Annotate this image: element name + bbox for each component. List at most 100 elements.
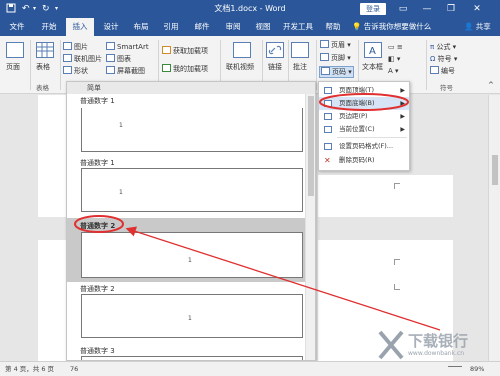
menu-item-label: 删除页码(R) <box>339 156 375 164</box>
page-number-icon <box>321 67 330 75</box>
menu-item-page-margins[interactable]: 页边距(P) ▶ <box>319 110 409 123</box>
gallery-item-plain-number-1[interactable]: 普通数字 1 1 <box>67 156 315 218</box>
textbox-label[interactable]: 文本框 <box>362 62 383 72</box>
redo-icon[interactable]: ↻ <box>42 3 50 15</box>
chart-button[interactable]: 图表 <box>106 54 131 64</box>
comment-icon[interactable] <box>291 42 309 58</box>
links-icon[interactable] <box>266 42 284 58</box>
pi-icon: π <box>430 43 435 51</box>
header-button[interactable]: 页眉 ▾ <box>320 40 351 50</box>
screenshot-icon <box>106 66 115 74</box>
tab-help[interactable]: 帮助 <box>322 18 344 36</box>
page-count-status[interactable]: 第 4 页，共 6 页 <box>5 362 54 376</box>
gallery-item-label: 普通数字 2 <box>80 222 116 230</box>
menu-item-top-of-page[interactable]: 页面顶端(T) ▶ <box>319 84 409 97</box>
gallery-item-plain-number-2[interactable]: 普通数字 2 1 <box>67 218 315 282</box>
scrollbar-thumb[interactable] <box>492 155 498 185</box>
text-tools-button[interactable]: ▭ ≡ <box>388 42 403 52</box>
gallery-item-label: 普通数字 2 <box>80 285 115 293</box>
page-number-button[interactable]: 页码 ▾ <box>319 66 354 78</box>
formula-button[interactable]: π 公式 ▾ <box>430 42 456 52</box>
online-picture-icon <box>63 54 72 62</box>
submenu-arrow-icon: ▶ <box>400 100 405 107</box>
gallery-category-label: 简单 <box>67 82 315 94</box>
gallery-item-plain-number-2[interactable]: 普通数字 2 1 <box>67 282 315 344</box>
tab-mailings[interactable]: 邮件 <box>189 18 215 36</box>
submenu-arrow-icon: ▶ <box>400 126 405 133</box>
menu-item-label: 页面底端(B) <box>339 99 375 107</box>
word-count-status[interactable]: 76 <box>70 362 78 376</box>
my-addins-button[interactable]: 我的加载项 <box>162 64 208 74</box>
page-number-preview: 1 <box>119 122 123 129</box>
menu-item-bottom-of-page[interactable]: 页面底端(B) ▶ <box>319 97 409 110</box>
tab-layout[interactable]: 布局 <box>128 18 154 36</box>
numbering-button[interactable]: 编号 <box>430 66 455 76</box>
pages-button-label[interactable]: 页面 <box>6 62 20 72</box>
gallery-item-label: 普通数字 3 <box>80 347 115 355</box>
tab-home[interactable]: 开始 <box>36 18 62 36</box>
tab-developer[interactable]: 开发工具 <box>280 18 316 36</box>
online-video-label[interactable]: 联机视频 <box>226 62 254 72</box>
online-video-icon[interactable] <box>233 42 251 58</box>
tab-view[interactable]: 视图 <box>250 18 276 36</box>
gallery-item-thumbnail: 1 <box>81 108 303 152</box>
tab-review[interactable]: 审阅 <box>220 18 246 36</box>
textbox-icon[interactable]: A <box>364 42 382 58</box>
comment-label[interactable]: 批注 <box>293 62 307 72</box>
gallery-scrollbar-thumb[interactable] <box>308 96 314 196</box>
smartart-button[interactable]: SmartArt <box>106 42 149 52</box>
gallery-scrollbar[interactable] <box>305 94 315 360</box>
tell-me-search[interactable]: 💡 告诉我你想要做什么 <box>352 18 431 36</box>
zoom-slider[interactable] <box>448 366 462 367</box>
undo-dropdown-icon[interactable]: ▾ <box>33 3 36 15</box>
tab-file[interactable]: 文件 <box>4 18 30 36</box>
page-number-menu: 页面顶端(T) ▶ 页面底端(B) ▶ 页边距(P) ▶ 当前位置(C) ▶ 设… <box>318 81 410 171</box>
page-margins-icon <box>324 113 332 120</box>
document-title: 文档1.docx - Word <box>214 4 286 13</box>
page-number-preview: 1 <box>188 257 192 264</box>
menu-item-format-page-numbers[interactable]: 设置页码格式(F)... <box>319 140 409 153</box>
page-bottom-left <box>38 240 66 361</box>
gallery-item-plain-number-3[interactable]: 普通数字 3 <box>67 344 315 360</box>
footer-button[interactable]: 页脚 ▾ <box>320 53 351 63</box>
page-top-right <box>318 175 453 217</box>
table-button-label[interactable]: 表格 <box>36 62 50 72</box>
picture-button[interactable]: 图片 <box>63 42 88 52</box>
pages-icon[interactable] <box>6 42 24 58</box>
table-icon[interactable] <box>36 42 54 58</box>
menu-item-current-position[interactable]: 当前位置(C) ▶ <box>319 123 409 136</box>
login-button[interactable]: 登录 <box>360 3 386 15</box>
text-tools-button-3[interactable]: A ▾ <box>388 66 399 76</box>
restore-icon[interactable]: ❐ <box>444 2 458 16</box>
tell-me-label: 告诉我你想要做什么 <box>363 22 432 31</box>
submenu-arrow-icon: ▶ <box>400 87 405 94</box>
save-icon[interactable] <box>6 3 16 17</box>
page-number-preview: 1 <box>188 315 192 322</box>
collapse-ribbon-icon[interactable]: ^ <box>488 80 494 90</box>
customize-quick-access-icon[interactable]: ▾ <box>55 3 58 15</box>
zoom-level[interactable]: 89% <box>470 362 484 376</box>
ribbon-tabs: 文件 开始 插入 设计 布局 引用 邮件 审阅 视图 开发工具 帮助 💡 告诉我… <box>0 18 500 36</box>
undo-icon[interactable]: ↶ <box>22 3 30 15</box>
tab-design[interactable]: 设计 <box>98 18 124 36</box>
watermark-logo-icon <box>378 330 404 360</box>
ribbon-display-options-icon[interactable]: ▭ <box>396 2 410 16</box>
share-button[interactable]: 👤 共享 <box>464 18 491 36</box>
menu-item-remove-page-numbers[interactable]: ✕ 删除页码(R) <box>319 154 409 167</box>
text-tools-button-2[interactable]: ◧ ▾ <box>388 54 400 64</box>
page-number-gallery: 简单 普通数字 1 1 普通数字 1 1 普通数字 2 1 普通数字 2 1 普… <box>66 81 316 361</box>
tab-insert[interactable]: 插入 <box>66 18 94 36</box>
gallery-item-plain-number-1[interactable]: 普通数字 1 1 <box>67 96 315 156</box>
menu-divider <box>337 137 407 138</box>
vertical-scrollbar[interactable] <box>488 95 500 361</box>
links-label[interactable]: 链接 <box>268 62 282 72</box>
close-icon[interactable]: ✕ <box>470 2 484 16</box>
get-addins-button[interactable]: 获取加载项 <box>162 46 208 56</box>
symbol-button[interactable]: Ω 符号 ▾ <box>430 54 457 64</box>
tab-references[interactable]: 引用 <box>158 18 184 36</box>
minimize-icon[interactable]: — <box>420 2 434 16</box>
online-picture-button[interactable]: 联机图片 <box>63 54 102 64</box>
screenshot-button[interactable]: 屏幕截图 <box>106 66 145 76</box>
omega-icon: Ω <box>430 55 436 63</box>
shapes-button[interactable]: 形状 <box>63 66 88 76</box>
